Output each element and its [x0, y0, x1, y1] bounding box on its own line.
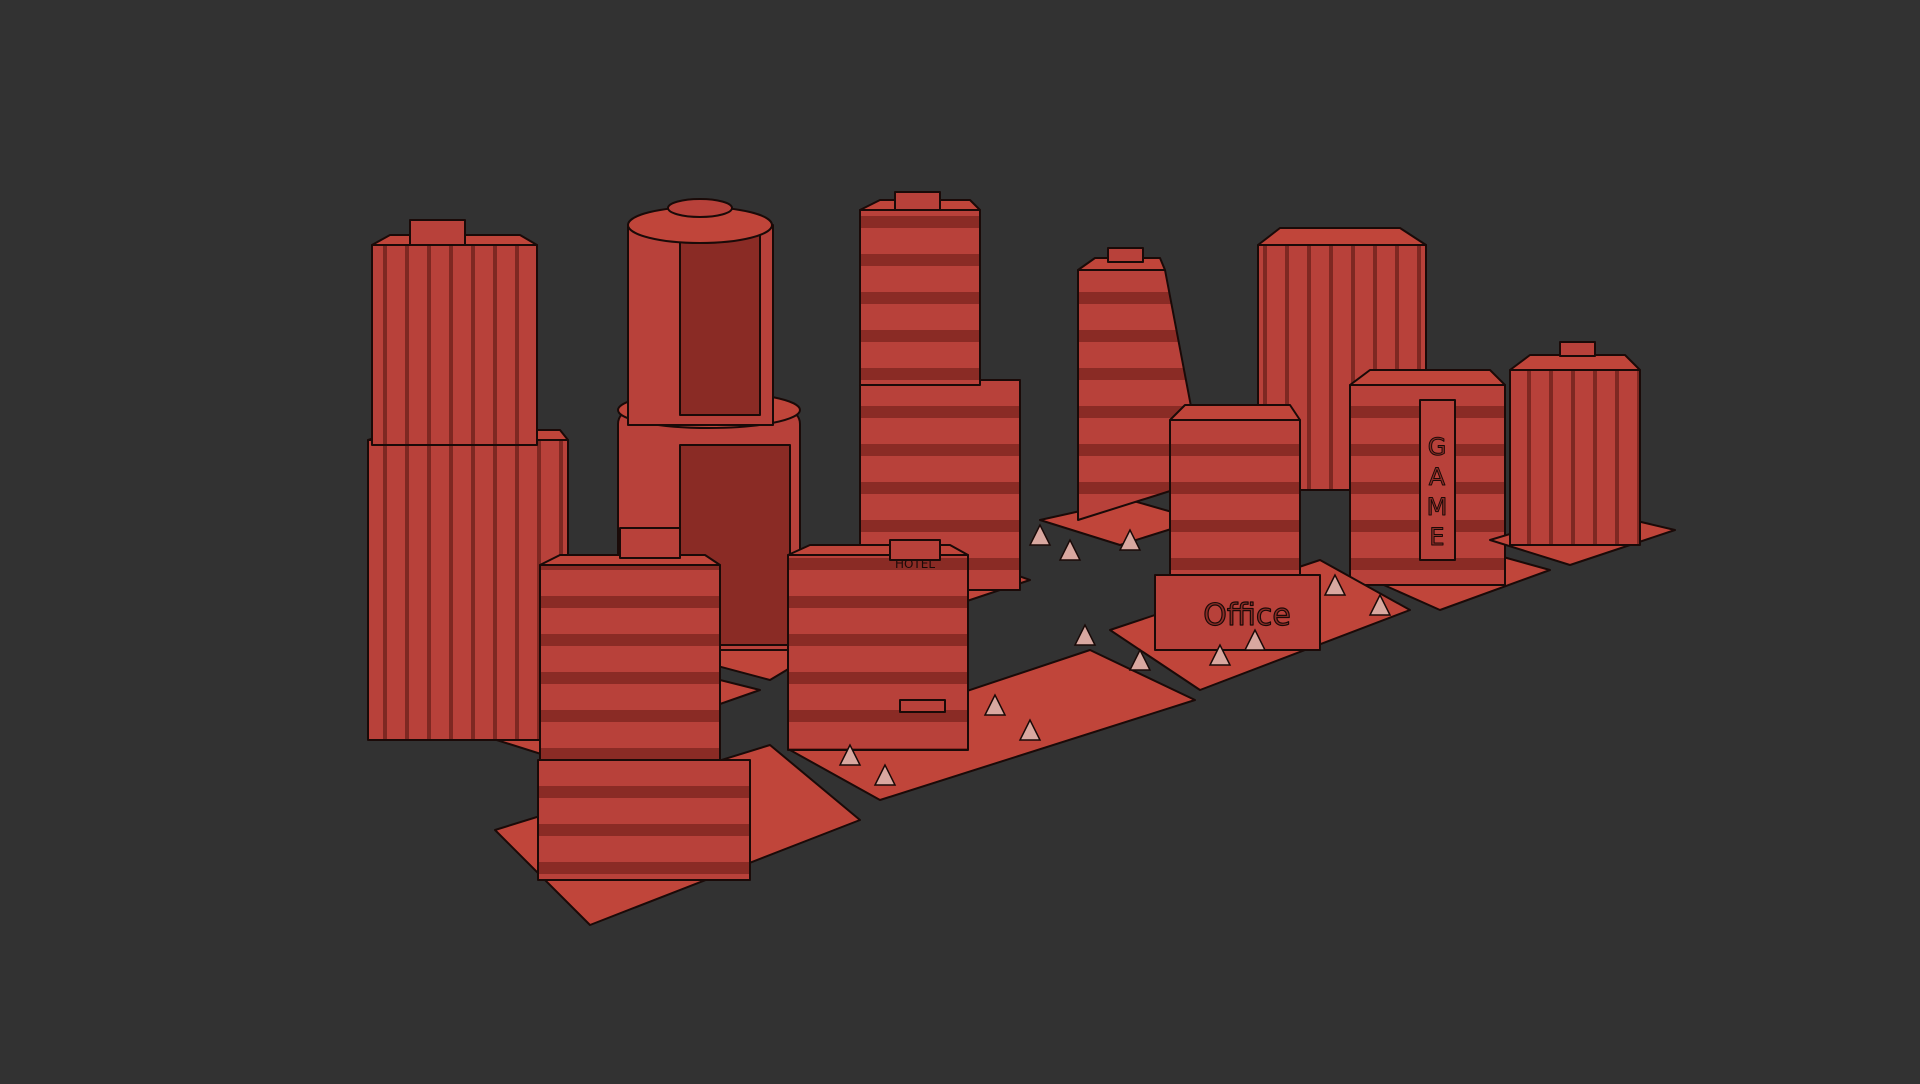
city-buildings-scene: G A M E Office HOTEL: [367, 191, 1676, 926]
game-sign-letter: E: [1429, 523, 1444, 551]
game-sign-letter: M: [1427, 493, 1448, 521]
office-sign: Office: [1203, 598, 1291, 633]
game-sign-letter: G: [1428, 433, 1447, 461]
right-tower: [1489, 341, 1676, 566]
3d-viewport[interactable]: G A M E Office HOTEL: [0, 0, 1920, 1080]
game-sign-letter: A: [1429, 463, 1446, 491]
hotel-sign: HOTEL: [895, 557, 935, 571]
